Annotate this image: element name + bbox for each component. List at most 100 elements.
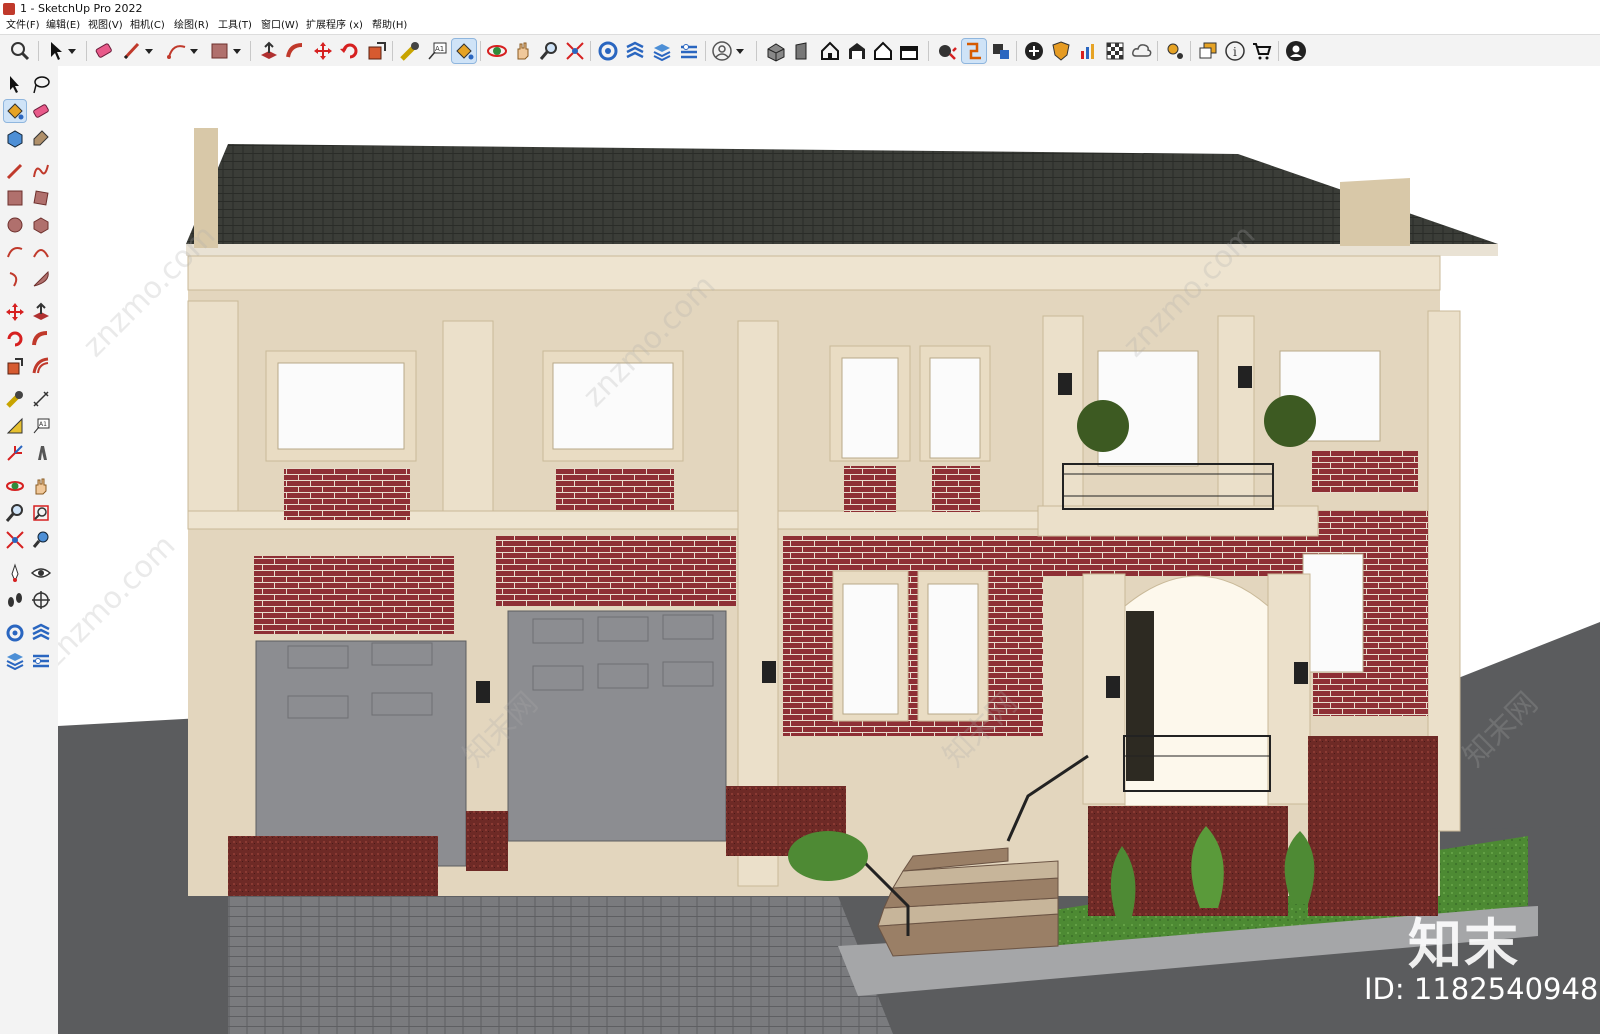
lasso-icon[interactable] — [30, 73, 52, 95]
3d-text-icon[interactable] — [30, 442, 52, 464]
cloud-icon[interactable] — [1130, 39, 1154, 63]
menu-window[interactable]: 窗口(W) — [261, 18, 299, 34]
zoom-icon[interactable] — [4, 502, 26, 524]
rotated-rect-icon[interactable] — [30, 187, 52, 209]
move-icon[interactable] — [4, 301, 26, 323]
eraser-icon[interactable] — [92, 39, 116, 63]
menu-extensions[interactable]: 扩展程序 (x) — [306, 18, 363, 34]
zoom-window-icon[interactable] — [30, 502, 52, 524]
select-icon[interactable] — [4, 73, 26, 95]
polygon-icon[interactable] — [30, 214, 52, 236]
chart-icon[interactable] — [1076, 39, 1100, 63]
garage-door-right — [507, 610, 727, 842]
components-icon[interactable] — [623, 39, 647, 63]
warehouse-icon[interactable] — [596, 39, 620, 63]
axes-icon[interactable] — [4, 442, 26, 464]
freehand-icon[interactable] — [30, 160, 52, 182]
pan-icon[interactable] — [511, 39, 535, 63]
make-component-icon[interactable] — [4, 127, 26, 149]
back-view-icon[interactable] — [897, 39, 921, 63]
rectangle-icon[interactable] — [208, 39, 232, 63]
add-icon[interactable] — [1022, 39, 1046, 63]
pie-icon[interactable] — [4, 268, 26, 290]
paint-icon[interactable] — [3, 99, 27, 123]
outliner-icon[interactable] — [30, 649, 52, 671]
scale-icon[interactable] — [365, 39, 389, 63]
scale-icon[interactable] — [4, 355, 26, 377]
layers-icon[interactable] — [4, 649, 26, 671]
orbit-icon[interactable] — [485, 39, 509, 63]
pencil-icon[interactable] — [120, 39, 144, 63]
follow-me-icon[interactable] — [284, 39, 308, 63]
section-plane-icon[interactable] — [935, 39, 959, 63]
solid-tools-icon[interactable] — [989, 39, 1013, 63]
model-viewport[interactable]: znzmo.com znzmo.com znzmo.com znzmo.com … — [58, 66, 1600, 1034]
tag-icon[interactable] — [30, 127, 52, 149]
look-around-icon[interactable] — [30, 562, 52, 584]
rotate-icon[interactable] — [4, 328, 26, 350]
info-icon[interactable]: i — [1223, 39, 1247, 63]
menu-tools[interactable]: 工具(T) — [218, 18, 252, 34]
chevron-down-icon[interactable] — [143, 39, 167, 63]
front-view-icon[interactable] — [791, 39, 815, 63]
push-pull-icon[interactable] — [257, 39, 281, 63]
menu-edit[interactable]: 编辑(E) — [46, 18, 80, 34]
zoom-tool-icon[interactable] — [537, 39, 561, 63]
cart-icon[interactable] — [1250, 39, 1274, 63]
arc2-icon[interactable] — [30, 241, 52, 263]
driveway — [228, 896, 893, 1034]
offset-icon[interactable] — [30, 355, 52, 377]
orbit-icon[interactable] — [4, 475, 26, 497]
menu-draw[interactable]: 绘图(R) — [174, 18, 209, 34]
home-view-icon[interactable] — [818, 39, 842, 63]
top-view-icon[interactable] — [845, 39, 869, 63]
text-icon[interactable]: A1 — [30, 415, 52, 437]
window-icon[interactable] — [1196, 39, 1220, 63]
previous-view-icon[interactable] — [30, 529, 52, 551]
svg-text:A1: A1 — [435, 45, 444, 53]
shield-icon[interactable] — [1049, 39, 1073, 63]
user-icon[interactable] — [1284, 39, 1308, 63]
eraser-icon[interactable] — [30, 100, 52, 122]
rectangle-icon[interactable] — [4, 187, 26, 209]
tape-measure-icon[interactable] — [398, 39, 422, 63]
layers-icon[interactable] — [650, 39, 674, 63]
zoom-extents-icon[interactable] — [563, 39, 587, 63]
ext-warehouse-icon[interactable] — [30, 622, 52, 644]
chevron-down-icon[interactable] — [734, 39, 758, 63]
right-view-icon[interactable] — [871, 39, 895, 63]
menu-view[interactable]: 视图(V) — [88, 18, 123, 34]
arc-icon[interactable] — [4, 241, 26, 263]
paint-bucket-icon[interactable] — [451, 38, 477, 64]
checker-icon[interactable] — [1103, 39, 1127, 63]
menu-help[interactable]: 帮助(H) — [372, 18, 407, 34]
section-icon[interactable] — [30, 589, 52, 611]
push-pull-icon[interactable] — [30, 301, 52, 323]
follow-me-icon[interactable] — [30, 328, 52, 350]
balcony-slab — [1037, 505, 1319, 537]
zoom-extents-icon[interactable] — [4, 529, 26, 551]
protractor-icon[interactable] — [4, 415, 26, 437]
styles-icon[interactable] — [677, 39, 701, 63]
gear-icon[interactable] — [1163, 39, 1187, 63]
move-icon[interactable] — [311, 39, 335, 63]
position-camera-icon[interactable] — [4, 562, 26, 584]
warehouse-icon[interactable] — [4, 622, 26, 644]
zoom-icon[interactable] — [8, 39, 32, 63]
rotate-icon[interactable] — [338, 39, 362, 63]
account-icon[interactable] — [710, 39, 734, 63]
iso-view-icon[interactable] — [764, 39, 788, 63]
line-icon[interactable] — [4, 160, 26, 182]
walk-icon[interactable] — [4, 589, 26, 611]
arc3-icon[interactable] — [30, 268, 52, 290]
tape-icon[interactable] — [4, 388, 26, 410]
circle-icon[interactable] — [4, 214, 26, 236]
section-display-icon[interactable] — [961, 38, 987, 64]
pan-icon[interactable] — [30, 475, 52, 497]
text-icon[interactable]: A1 — [425, 39, 449, 63]
dimension-icon[interactable] — [30, 388, 52, 410]
arc-icon[interactable] — [165, 39, 189, 63]
chevron-down-icon[interactable] — [231, 39, 255, 63]
menu-camera[interactable]: 相机(C) — [130, 18, 165, 34]
menu-file[interactable]: 文件(F) — [6, 18, 40, 34]
